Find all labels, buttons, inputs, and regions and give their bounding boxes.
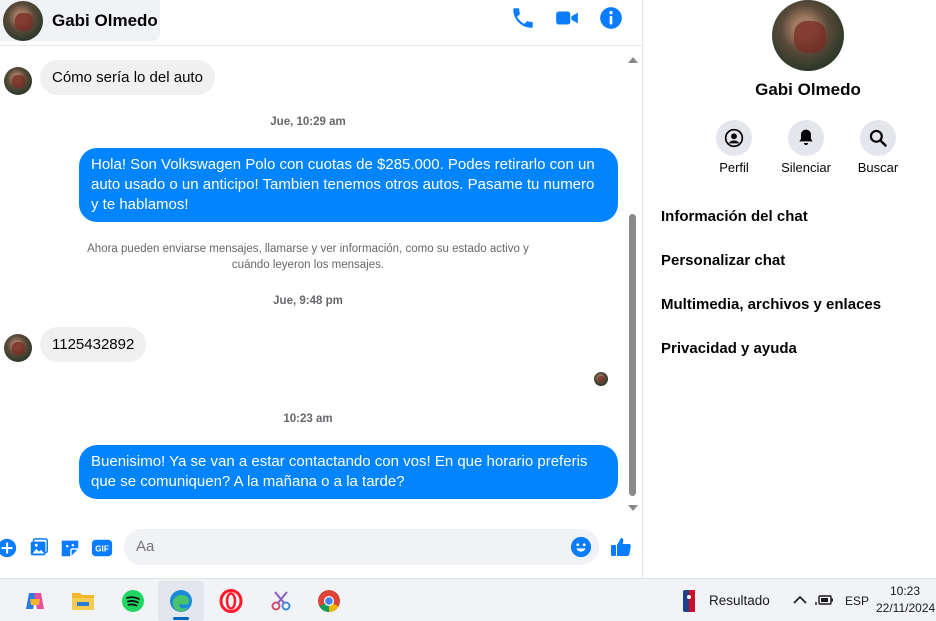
opera-app[interactable]	[208, 581, 254, 621]
gallery-icon[interactable]	[28, 537, 50, 559]
sender-avatar	[4, 67, 32, 95]
copilot-app[interactable]	[12, 581, 58, 621]
snipping-tool-icon	[271, 591, 291, 611]
menu-chat-info[interactable]: Información del chat	[661, 208, 808, 225]
mute-button[interactable]: Silenciar	[776, 120, 836, 175]
search-label: Buscar	[857, 160, 899, 175]
profile-button[interactable]: Perfil	[704, 120, 764, 175]
contact-avatar[interactable]	[3, 0, 43, 41]
file-explorer-app[interactable]	[60, 581, 106, 621]
incoming-message[interactable]: 1125432892	[40, 327, 147, 362]
language-indicator[interactable]: ESP	[845, 594, 869, 608]
spotify-app[interactable]	[110, 581, 156, 621]
edge-app[interactable]	[158, 581, 204, 621]
menu-privacy-help[interactable]: Privacidad y ayuda	[661, 340, 797, 357]
mute-label: Silenciar	[781, 160, 831, 175]
contact-name[interactable]: Gabi Olmedo	[52, 11, 158, 31]
composer: GIF	[0, 525, 643, 569]
menu-media-files-links[interactable]: Multimedia, archivos y enlaces	[661, 296, 881, 313]
file-explorer-icon	[72, 593, 94, 610]
snipping-tool-app[interactable]	[258, 581, 304, 621]
spotify-icon	[122, 590, 144, 612]
timestamp: Jue, 9:48 pm	[273, 295, 343, 307]
info-icon[interactable]	[598, 5, 624, 31]
contact-name-heading: Gabi Olmedo	[755, 80, 861, 99]
message-list[interactable]: Cómo sería lo del auto Jue, 10:29 am Hol…	[0, 47, 625, 515]
scrollbar[interactable]	[627, 50, 639, 514]
scroll-down-arrow[interactable]	[628, 505, 638, 511]
opera-icon	[219, 589, 243, 613]
phone-icon[interactable]	[510, 5, 536, 31]
menu-customize-chat[interactable]: Personalizar chat	[661, 252, 785, 269]
scroll-up-arrow[interactable]	[628, 57, 638, 63]
nba-icon	[683, 590, 695, 612]
edge-icon	[170, 590, 192, 612]
chrome-icon	[318, 590, 340, 612]
app-window: Gabi Olmedo Cómo sería lo del auto Jue, …	[0, 0, 936, 621]
clock-date[interactable]: 22/11/2024	[876, 601, 935, 615]
sticker-icon[interactable]	[59, 537, 81, 559]
svg-text:GIF: GIF	[95, 545, 109, 554]
widget-label[interactable]: Resultado	[709, 593, 770, 608]
search-button[interactable]: Buscar	[848, 120, 908, 175]
incoming-message[interactable]: Cómo sería lo del auto	[40, 60, 215, 95]
bell-icon	[799, 129, 813, 146]
outgoing-message[interactable]: Buenisimo! Ya se van a estar contactando…	[79, 445, 618, 499]
profile-icon	[724, 128, 744, 148]
windows-taskbar: Resultado ESP 10:23 22/11/2024	[0, 578, 936, 621]
video-call-icon[interactable]	[554, 5, 580, 31]
contact-profile-picture[interactable]	[772, 0, 844, 71]
copilot-icon	[26, 593, 44, 609]
search-icon	[869, 129, 887, 147]
outgoing-message[interactable]: Hola! Son Volkswagen Polo con cuotas de …	[79, 148, 618, 222]
system-notice: Ahora pueden enviarse mensajes, llamarse…	[87, 243, 529, 271]
message-input-box[interactable]	[124, 529, 599, 565]
header-contact[interactable]: Gabi Olmedo	[0, 0, 160, 41]
timestamp: Jue, 10:29 am	[270, 116, 346, 128]
read-receipt-avatar	[594, 372, 608, 386]
timestamp: 10:23 am	[283, 413, 333, 425]
chrome-app[interactable]	[306, 581, 352, 621]
profile-label: Perfil	[719, 160, 749, 175]
chat-header: Gabi Olmedo	[0, 0, 643, 46]
chat-panel: Gabi Olmedo Cómo sería lo del auto Jue, …	[0, 0, 643, 578]
thumbs-up-icon[interactable]	[609, 535, 633, 559]
sender-avatar	[4, 334, 32, 362]
plus-icon[interactable]	[0, 537, 18, 559]
clock-time[interactable]: 10:23	[890, 584, 920, 598]
scroll-thumb[interactable]	[629, 214, 636, 496]
battery-network-icon[interactable]	[815, 593, 835, 607]
gif-icon[interactable]: GIF	[91, 537, 113, 559]
emoji-icon[interactable]	[570, 536, 592, 558]
chevron-up-icon[interactable]	[793, 595, 807, 605]
conversation-info-panel: Gabi Olmedo Perfil Silenciar Buscar Info…	[644, 0, 936, 578]
message-input[interactable]	[136, 538, 556, 555]
